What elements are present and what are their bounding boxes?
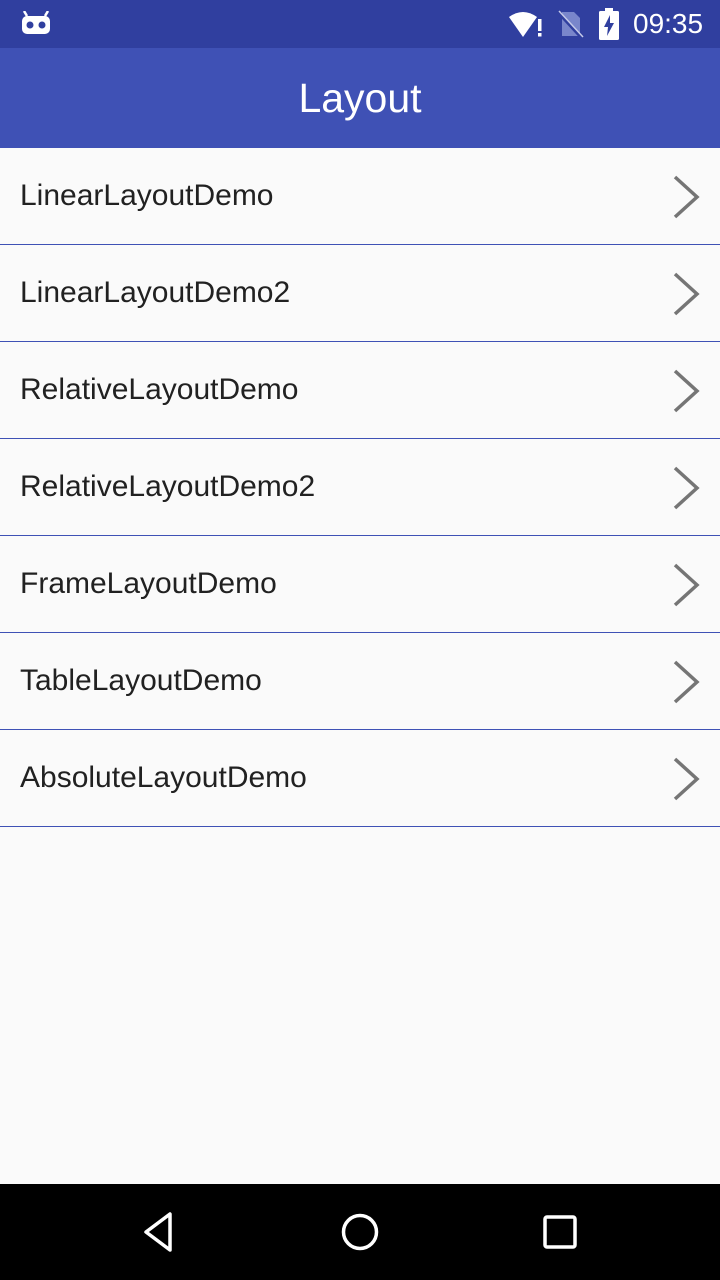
chevron-right-icon	[673, 272, 700, 316]
wifi-icon	[509, 12, 542, 37]
page-title: Layout	[298, 75, 422, 121]
chevron-right-icon	[673, 757, 700, 801]
battery-charging-icon	[599, 8, 619, 40]
screen: 09:35 Layout LinearLayoutDemo LinearLayo…	[0, 0, 720, 1280]
list-item-label: AbsoluteLayoutDemo	[20, 761, 307, 794]
list-item-relativelayoutdemo[interactable]: RelativeLayoutDemo	[0, 342, 720, 439]
list-item-label: TableLayoutDemo	[20, 664, 262, 697]
list-item-linearlayoutdemo[interactable]: LinearLayoutDemo	[0, 148, 720, 245]
status-time: 09:35	[633, 8, 704, 39]
list-item-tablelayoutdemo[interactable]: TableLayoutDemo	[0, 633, 720, 730]
chevron-right-icon	[673, 466, 700, 510]
chevron-right-icon	[673, 175, 700, 219]
list-item-label: LinearLayoutDemo2	[20, 276, 291, 309]
list-item-label: LinearLayoutDemo	[20, 179, 274, 212]
robot-icon	[22, 11, 50, 34]
chevron-right-icon	[673, 563, 700, 607]
list-item-label: FrameLayoutDemo	[20, 567, 277, 600]
back-icon[interactable]	[136, 1208, 184, 1256]
chevron-right-icon	[673, 660, 700, 704]
chevron-right-icon	[673, 369, 700, 413]
no-sim-icon	[556, 10, 584, 38]
list-item-relativelayoutdemo2[interactable]: RelativeLayoutDemo2	[0, 439, 720, 536]
app-bar: Layout	[0, 48, 720, 148]
status-bar: 09:35	[0, 0, 720, 48]
list-item-framelayoutdemo[interactable]: FrameLayoutDemo	[0, 536, 720, 633]
list-item-label: RelativeLayoutDemo2	[20, 470, 316, 503]
demo-list: LinearLayoutDemo LinearLayoutDemo2 Relat…	[0, 148, 720, 827]
list-item-label: RelativeLayoutDemo	[20, 373, 299, 406]
list-item-linearlayoutdemo2[interactable]: LinearLayoutDemo2	[0, 245, 720, 342]
navigation-bar	[0, 1184, 720, 1280]
recents-icon[interactable]	[536, 1208, 584, 1256]
home-icon[interactable]	[336, 1208, 384, 1256]
list-item-absolutelayoutdemo[interactable]: AbsoluteLayoutDemo	[0, 730, 720, 827]
